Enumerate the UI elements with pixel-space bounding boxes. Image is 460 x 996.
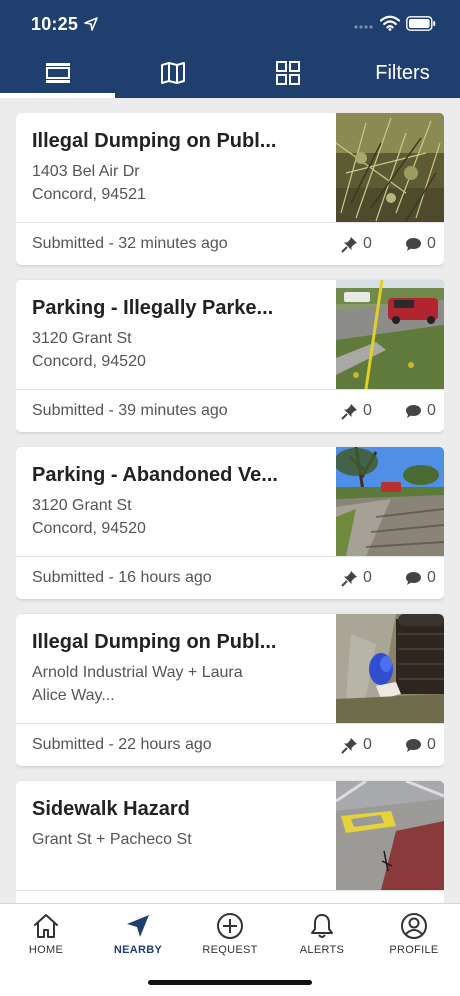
comment-count: 0 xyxy=(427,235,436,252)
nav-label: NEARBY xyxy=(113,944,163,956)
comment-count: 0 xyxy=(427,402,436,419)
nav-nearby[interactable]: NEARBY xyxy=(92,904,184,970)
nav-request[interactable]: REQUEST xyxy=(184,904,276,970)
nav-alerts[interactable]: ALERTS xyxy=(276,904,368,970)
tab-list-view[interactable] xyxy=(0,48,115,98)
user-circle-icon xyxy=(401,913,427,939)
comment-count: 0 xyxy=(427,569,436,586)
nav-label: HOME xyxy=(28,944,64,956)
location-arrow-icon xyxy=(84,17,98,31)
card-title: Sidewalk Hazard xyxy=(32,798,190,820)
card-footer: Submitted - 16 hours ago 0 0 xyxy=(16,557,444,599)
pin-icon[interactable] xyxy=(341,403,358,420)
tab-map-view[interactable] xyxy=(115,48,230,98)
grid-view-icon xyxy=(275,61,300,85)
pin-count: 0 xyxy=(363,402,372,419)
list-view-icon xyxy=(45,63,70,83)
home-indicator xyxy=(148,980,312,985)
plus-circle-icon xyxy=(217,913,243,939)
card-body[interactable]: Parking - Illegally Parke... 3120 Grant … xyxy=(16,280,444,389)
card-photo[interactable] xyxy=(336,280,444,389)
card-address-line2: Concord, 94520 xyxy=(32,520,146,537)
comment-icon[interactable] xyxy=(405,404,422,419)
nav-home[interactable]: HOME xyxy=(0,904,92,970)
app-header: 10:25 Filters xyxy=(0,0,460,98)
card-photo[interactable] xyxy=(336,113,444,222)
comment-count: 0 xyxy=(427,736,436,753)
card-photo[interactable] xyxy=(336,781,444,890)
request-feed: Illegal Dumping on Publ... 1403 Bel Air … xyxy=(16,113,444,903)
comment-icon[interactable] xyxy=(405,237,422,252)
signal-dots-icon xyxy=(354,25,373,29)
nav-label: REQUEST xyxy=(202,944,258,956)
card-body[interactable]: Parking - Abandoned Ve... 3120 Grant St … xyxy=(16,447,444,556)
filters-button[interactable]: Filters xyxy=(345,48,460,98)
card-title: Illegal Dumping on Publ... xyxy=(32,130,277,152)
request-card[interactable]: Illegal Dumping on Publ... 1403 Bel Air … xyxy=(16,113,444,265)
nav-label: ALERTS xyxy=(299,944,345,956)
card-footer: Submitted - 32 minutes ago 0 0 xyxy=(16,223,444,265)
card-address-line2: Concord, 94520 xyxy=(32,353,146,370)
card-submitted-time: Submitted - 16 hours ago xyxy=(32,569,212,586)
pin-icon[interactable] xyxy=(341,737,358,754)
card-body[interactable]: Illegal Dumping on Publ... 1403 Bel Air … xyxy=(16,113,444,222)
card-divider xyxy=(16,890,444,891)
request-card[interactable]: Parking - Illegally Parke... 3120 Grant … xyxy=(16,280,444,432)
card-title: Illegal Dumping on Publ... xyxy=(32,631,277,653)
comment-icon[interactable] xyxy=(405,571,422,586)
home-icon xyxy=(34,914,58,938)
card-address-line1: Grant St + Pacheco St xyxy=(32,831,192,848)
card-footer: Submitted - 22 hours ago 0 0 xyxy=(16,724,444,766)
card-title: Parking - Illegally Parke... xyxy=(32,297,274,319)
battery-icon xyxy=(406,16,436,31)
nearby-arrow-icon xyxy=(127,915,149,937)
card-photo[interactable] xyxy=(336,614,444,723)
card-address-line1: 1403 Bel Air Dr xyxy=(32,163,140,180)
status-time: 10:25 xyxy=(31,14,79,34)
card-footer: Submitted - 39 minutes ago 0 0 xyxy=(16,390,444,432)
wifi-icon xyxy=(380,15,400,31)
active-tab-indicator xyxy=(0,93,115,98)
pin-count: 0 xyxy=(363,235,372,252)
card-body[interactable]: Illegal Dumping on Publ... Arnold Indust… xyxy=(16,614,444,723)
view-tabs: Filters xyxy=(0,48,460,98)
request-card[interactable]: Illegal Dumping on Publ... Arnold Indust… xyxy=(16,614,444,766)
card-address-line1: 3120 Grant St xyxy=(32,330,132,347)
tab-grid-view[interactable] xyxy=(230,48,345,98)
card-photo[interactable] xyxy=(336,447,444,556)
request-card[interactable]: Sidewalk Hazard Grant St + Pacheco St xyxy=(16,781,444,903)
nav-label: PROFILE xyxy=(389,944,439,956)
comment-icon[interactable] xyxy=(405,738,422,753)
card-body[interactable]: Sidewalk Hazard Grant St + Pacheco St xyxy=(16,781,444,890)
card-submitted-time: Submitted - 22 hours ago xyxy=(32,736,212,753)
pin-icon[interactable] xyxy=(341,236,358,253)
status-bar: 10:25 xyxy=(0,0,460,48)
pin-count: 0 xyxy=(363,736,372,753)
card-address-line1: 3120 Grant St xyxy=(32,497,132,514)
card-address-line1: Arnold Industrial Way + Laura xyxy=(32,664,243,681)
pin-count: 0 xyxy=(363,569,372,586)
pin-icon[interactable] xyxy=(341,570,358,587)
card-title: Parking - Abandoned Ve... xyxy=(32,464,278,486)
map-view-icon xyxy=(160,62,185,84)
card-address-line2: Concord, 94521 xyxy=(32,186,146,203)
card-address-line2: Alice Way... xyxy=(32,687,115,704)
card-submitted-time: Submitted - 39 minutes ago xyxy=(32,402,228,419)
nav-profile[interactable]: PROFILE xyxy=(368,904,460,970)
bell-icon xyxy=(311,914,333,938)
card-submitted-time: Submitted - 32 minutes ago xyxy=(32,235,228,252)
request-card[interactable]: Parking - Abandoned Ve... 3120 Grant St … xyxy=(16,447,444,599)
